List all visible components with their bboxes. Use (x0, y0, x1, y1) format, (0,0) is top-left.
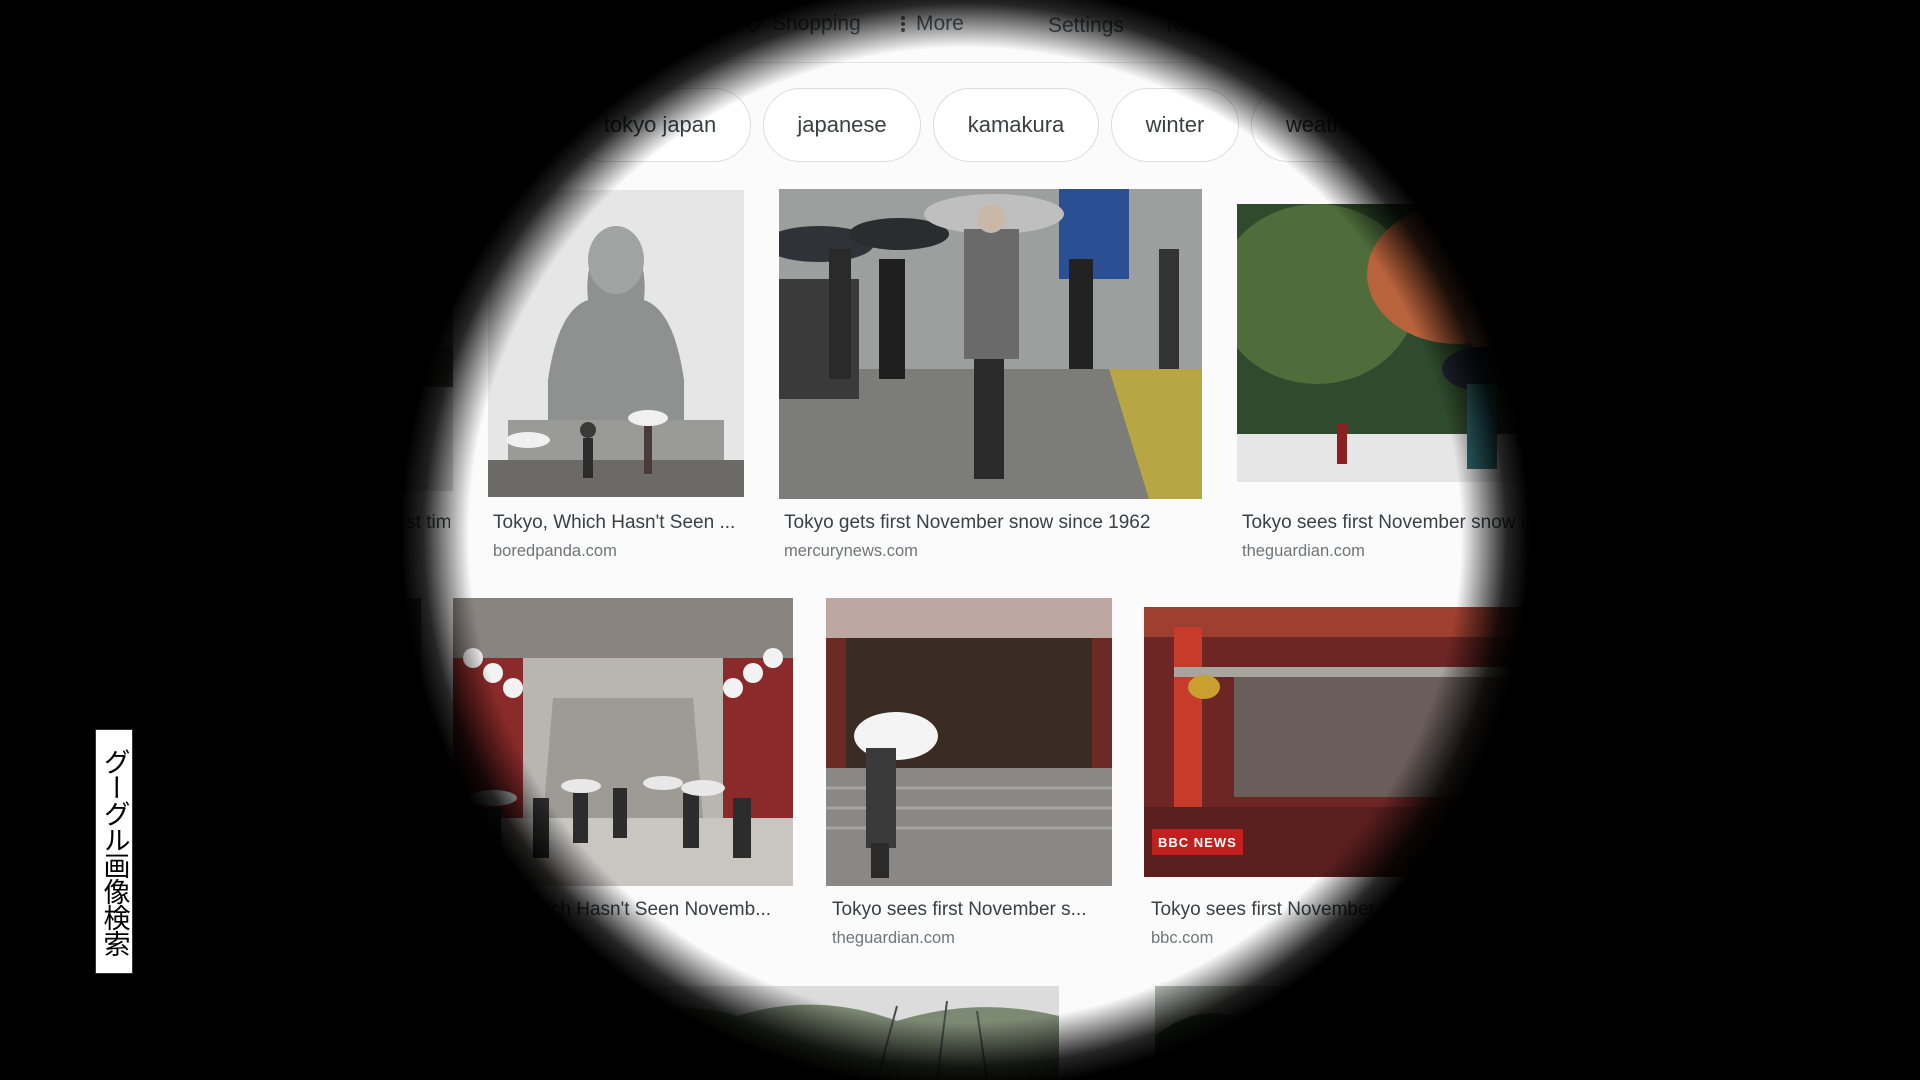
result-thumbnail[interactable] (617, 986, 1059, 1080)
result-thumbnail[interactable] (300, 197, 453, 491)
result-thumbnail[interactable] (826, 598, 1112, 886)
result-caption[interactable]: Tokyo gets first November snow since 196… (784, 512, 1204, 534)
video-icon (480, 13, 502, 35)
tab-videos[interactable]: Videos (480, 12, 574, 36)
chip-japan[interactable]: japan (438, 88, 556, 162)
result-thumbnail[interactable]: BBC NEWS (1144, 607, 1614, 877)
chip-kamakura[interactable]: kamakura (933, 88, 1099, 162)
chip-tokyo-japan[interactable]: tokyo japan (569, 88, 751, 162)
tab-news-label: News (648, 12, 701, 35)
result-caption[interactable]: Tokyo sees first November snow in more t… (1242, 512, 1612, 534)
tab-shopping-label: Shopping (772, 12, 861, 35)
result-source[interactable]: theguardian.com (832, 929, 955, 948)
chip-sleet[interactable]: sleet (1413, 88, 1527, 162)
tag-icon (742, 13, 764, 35)
chip-japanese[interactable]: japanese (763, 88, 921, 162)
tab-news[interactable]: News (618, 12, 701, 36)
tab-shopping[interactable]: Shopping (742, 12, 861, 36)
newspaper-icon (618, 13, 640, 35)
result-source[interactable]: boredpanda.com (458, 929, 582, 948)
tab-more[interactable]: More (898, 12, 964, 36)
chip-winter[interactable]: winter (1111, 88, 1239, 162)
bbc-news-logo: BBC NEWS (1152, 829, 1243, 855)
result-caption[interactable]: Tokyo sees first November snow in 54 yea… (1151, 899, 1591, 921)
result-thumbnail[interactable] (779, 189, 1202, 499)
result-caption[interactable]: Tokyo, Which Hasn't Seen Novemb... (458, 899, 788, 921)
settings-link[interactable]: Settings (1048, 14, 1124, 38)
result-thumbnail[interactable] (1237, 204, 1627, 482)
header-divider (0, 62, 1920, 63)
result-source[interactable]: boredpanda.com (493, 542, 617, 561)
side-caption-label: グーグル画像検索 (95, 729, 133, 974)
result-caption[interactable]: Tokyo sees first November s... (832, 899, 1102, 921)
result-thumbnail[interactable] (290, 598, 421, 886)
result-source[interactable]: bbc.com (1151, 929, 1213, 948)
result-thumbnail[interactable] (1155, 986, 1455, 1080)
result-source[interactable]: theguardian.com (1242, 542, 1365, 561)
tools-link[interactable]: Tools (1163, 14, 1212, 38)
result-caption[interactable]: Tokyo, Which Hasn't Seen ... (493, 512, 743, 534)
tab-more-label: More (916, 12, 964, 35)
tab-videos-label: Videos (510, 12, 574, 35)
result-thumbnail[interactable] (488, 190, 744, 497)
result-source[interactable]: mercurynews.com (784, 542, 918, 561)
result-caption[interactable]: Tokyo sees first time ... (290, 512, 450, 534)
google-image-results: Videos News Shopping More Settings Tools… (0, 0, 1920, 1080)
more-vert-icon (898, 13, 908, 35)
result-thumbnail[interactable] (453, 598, 793, 886)
chip-tokyo[interactable]: tokyo (292, 88, 426, 162)
chip-weather[interactable]: weather (1251, 88, 1399, 162)
